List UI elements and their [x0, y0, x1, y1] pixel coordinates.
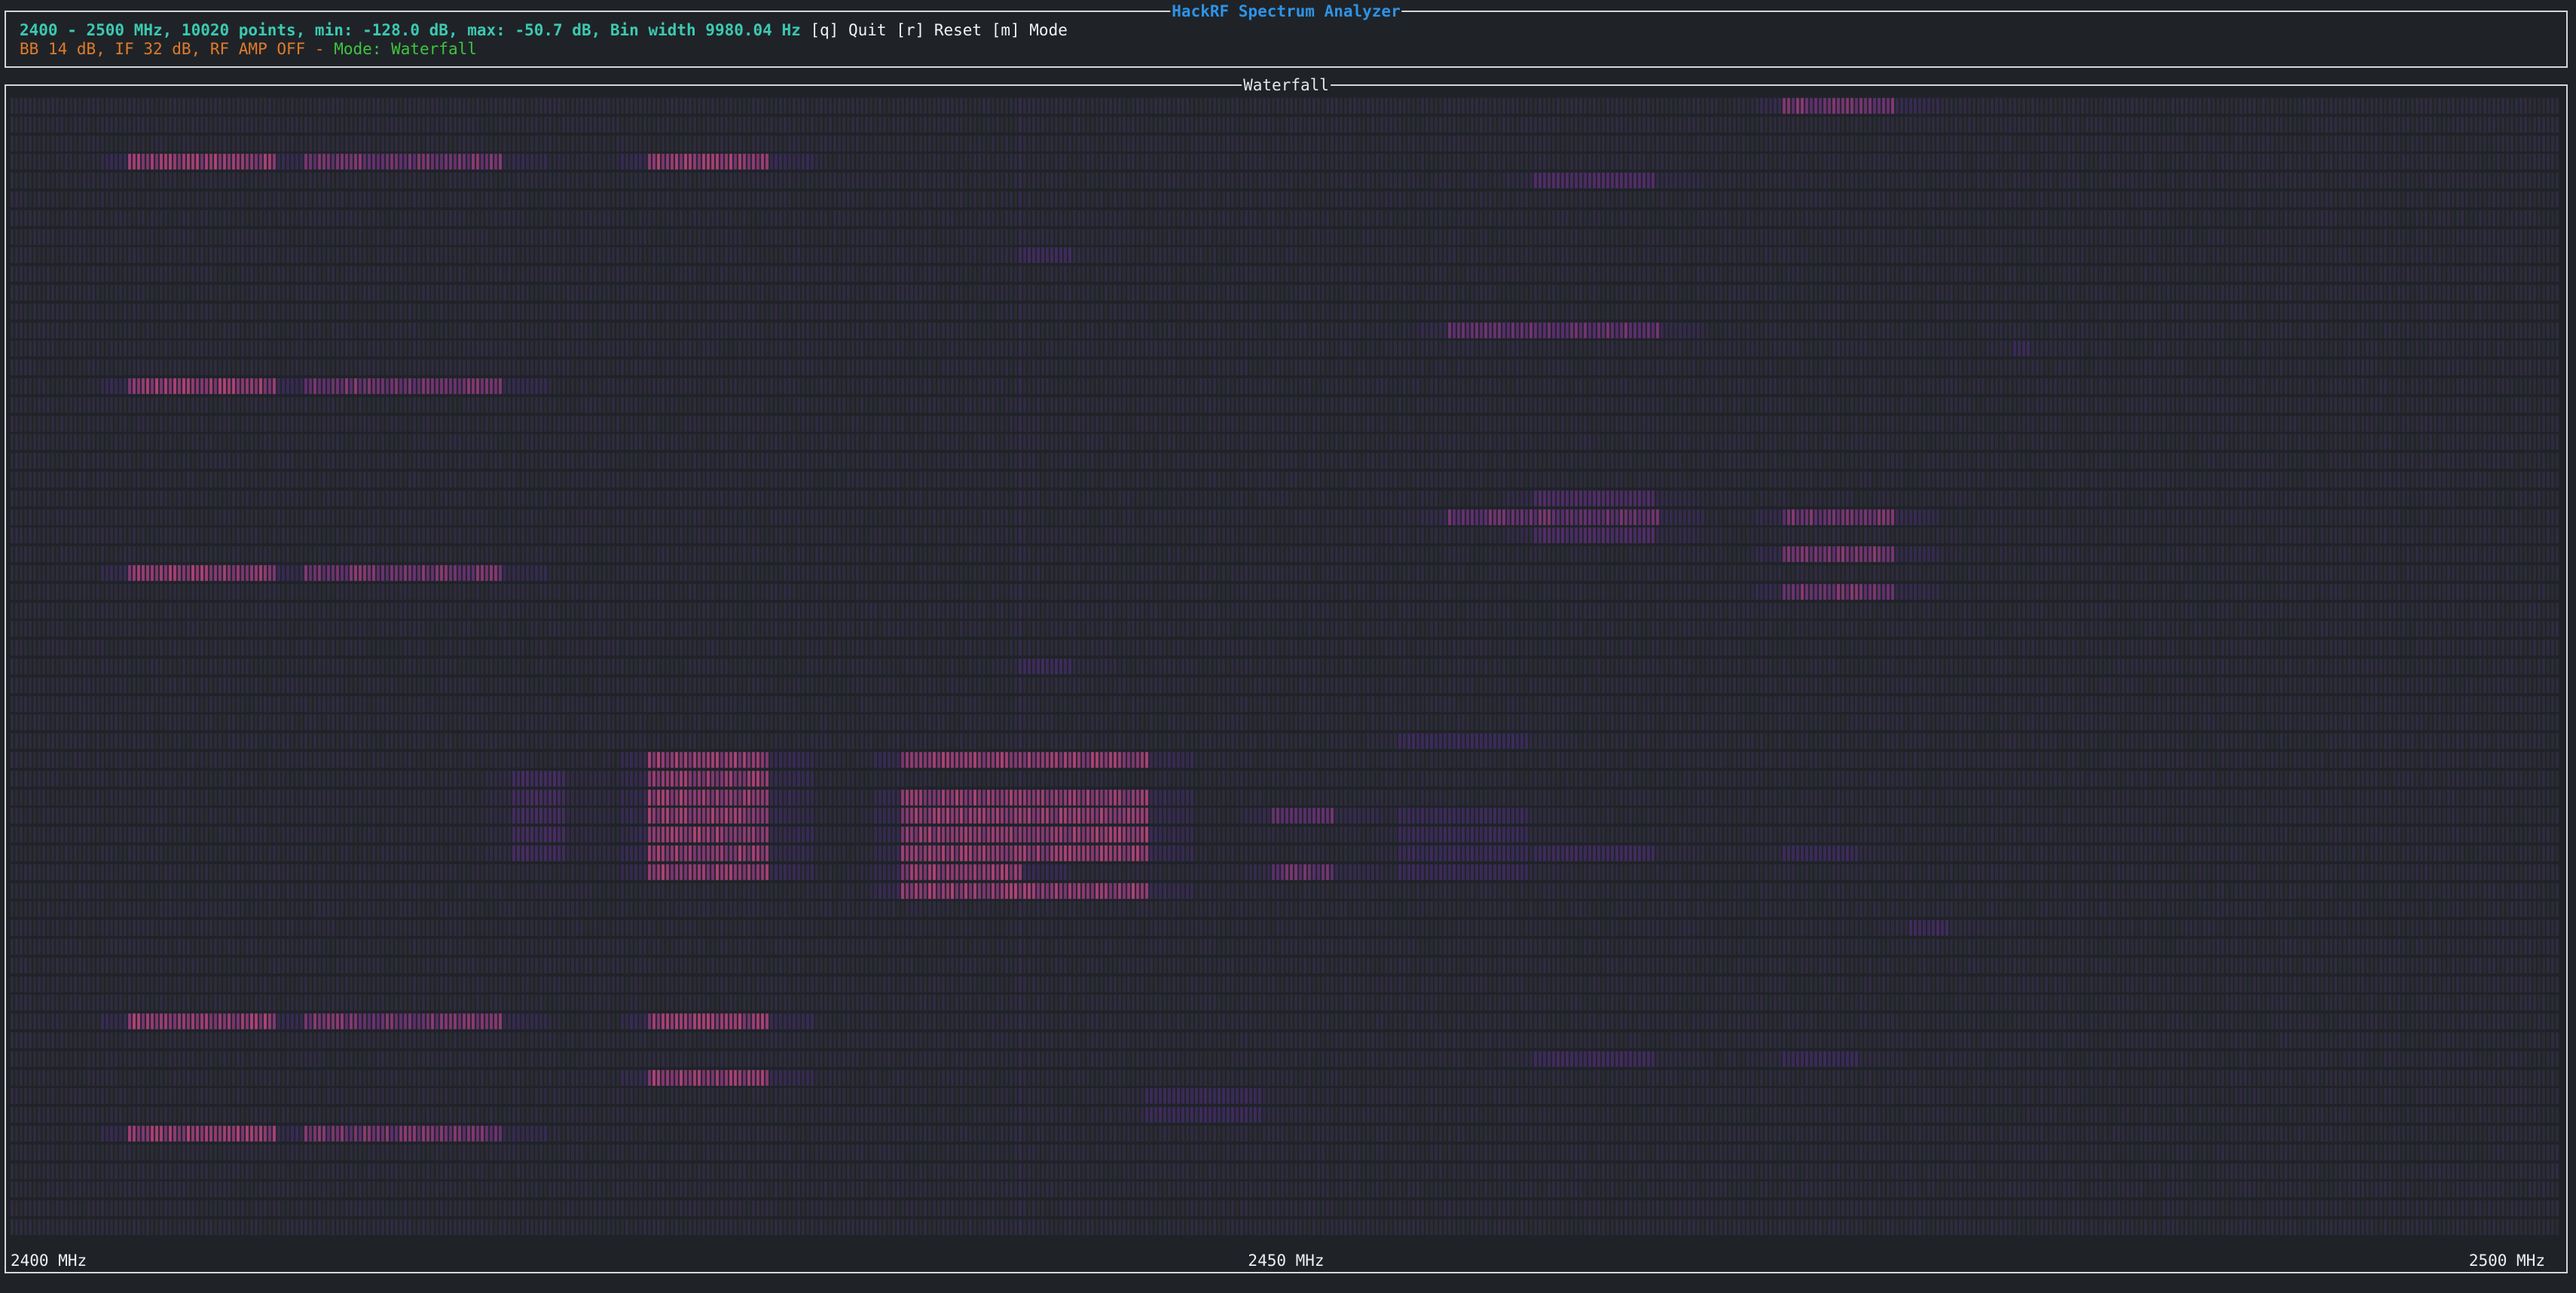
- status-line: 2400 - 2500 MHz, 10020 points, min: -128…: [20, 21, 1068, 39]
- app-title: HackRF Spectrum Analyzer: [1170, 2, 1402, 21]
- header-panel: HackRF Spectrum Analyzer 2400 - 2500 MHz…: [5, 2, 2568, 68]
- freq-mid-label: 2450 MHz: [1246, 1251, 1326, 1270]
- waterfall-title: Waterfall: [1242, 75, 1331, 95]
- waterfall-panel: Waterfall 2400 MHz 2450 MHz 2500 MHz: [5, 75, 2568, 1273]
- mode-key[interactable]: [m] Mode: [992, 21, 1068, 39]
- gain-line: BB 14 dB, IF 32 dB, RF AMP OFF - Mode: W…: [20, 40, 477, 58]
- mode-indicator: Mode: Waterfall: [334, 40, 477, 58]
- freq-end-label: 2500 MHz: [2467, 1251, 2547, 1270]
- waterfall-canvas: [11, 96, 2563, 1245]
- quit-key[interactable]: [q] Quit: [810, 21, 886, 39]
- waterfall-display: [11, 96, 2563, 1245]
- reset-key[interactable]: [r] Reset: [896, 21, 982, 39]
- gain-settings: BB 14 dB, IF 32 dB, RF AMP OFF -: [20, 40, 335, 58]
- freq-start-label: 2400 MHz: [9, 1251, 89, 1270]
- sweep-info: 2400 - 2500 MHz, 10020 points, min: -128…: [20, 21, 801, 39]
